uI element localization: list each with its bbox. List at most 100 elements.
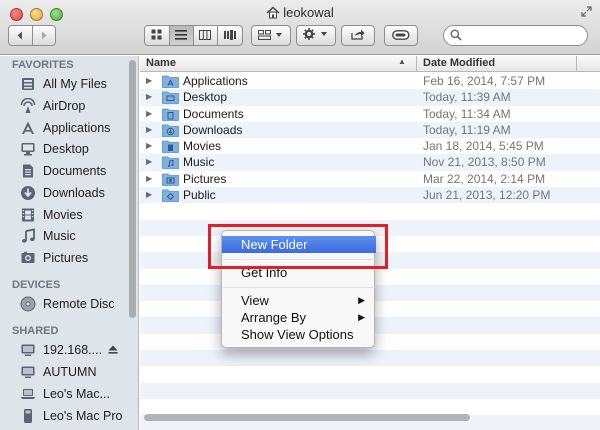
table-row[interactable]: ▶ Public Jun 21, 2013, 12:20 PM — [140, 187, 600, 204]
file-date: Nov 21, 2013, 8:50 PM — [423, 155, 546, 170]
sidebar-scrollbar[interactable] — [129, 60, 136, 318]
sidebar-item-label: Desktop — [43, 142, 89, 156]
menu-item-label: View — [241, 293, 269, 308]
list-view-icon — [175, 29, 188, 43]
sidebar-item-shared-192[interactable]: 192.168.... — [20, 340, 118, 360]
sidebar-item-label: Applications — [43, 121, 111, 135]
file-name: Music — [183, 155, 215, 170]
table-row[interactable]: ▶ Applications Feb 16, 2014, 7:57 PM — [140, 73, 600, 89]
highlight-annotation-box — [208, 224, 388, 269]
table-row[interactable]: ▶ Documents Today, 11:34 AM — [140, 106, 600, 122]
menu-separator — [223, 287, 375, 288]
disclosure-triangle-icon[interactable]: ▶ — [146, 157, 152, 166]
action-gear-icon — [303, 28, 329, 43]
sidebar-item-movies[interactable]: Movies — [20, 205, 83, 225]
table-row[interactable]: ▶ Downloads Today, 11:19 AM — [140, 121, 600, 139]
view-mode-control — [144, 25, 243, 46]
horizontal-scrollbar[interactable] — [144, 414, 470, 421]
sort-ascending-icon: ▲ — [398, 57, 406, 66]
laptop-icon — [20, 386, 36, 402]
sidebar: FAVORITES All My Files AirDrop Applicati… — [0, 56, 139, 430]
sidebar-item-label: Pictures — [43, 251, 89, 265]
menu-item-label: Show View Options — [241, 327, 354, 342]
documents-icon — [20, 163, 36, 179]
sidebar-item-airdrop[interactable]: AirDrop — [20, 96, 85, 116]
sidebar-item-shared-autumn[interactable]: AUTUMN — [20, 362, 96, 382]
table-row[interactable]: ▶ Music Nov 21, 2013, 8:50 PM — [140, 154, 600, 171]
tag-icon — [392, 29, 410, 43]
forward-button[interactable] — [33, 26, 56, 45]
file-name: Desktop — [183, 90, 228, 105]
back-forward-control — [8, 25, 56, 46]
empty-row — [140, 399, 600, 415]
icon-view-button[interactable] — [145, 26, 170, 45]
sidebar-item-shared-leos-mac[interactable]: Leo's Mac... — [20, 384, 110, 404]
home-icon — [266, 6, 280, 22]
share-button[interactable] — [341, 25, 375, 46]
sidebar-item-label: 192.168.... — [43, 343, 103, 357]
devices-heading: DEVICES — [12, 279, 61, 291]
sidebar-item-desktop[interactable]: Desktop — [20, 139, 89, 159]
sidebar-item-label: Leo's Mac... — [43, 387, 110, 401]
date-column-header[interactable]: Date Modified — [423, 57, 495, 69]
column-divider[interactable] — [416, 56, 417, 72]
action-button[interactable] — [296, 25, 336, 46]
empty-row — [140, 366, 600, 382]
sidebar-item-all-my-files[interactable]: All My Files — [20, 74, 107, 94]
menu-item-show-view-options[interactable]: Show View Options — [222, 326, 376, 343]
disclosure-triangle-icon[interactable]: ▶ — [146, 92, 152, 101]
file-name: Documents — [183, 106, 244, 121]
forward-icon — [40, 29, 48, 43]
fullscreen-icon[interactable] — [581, 6, 592, 20]
table-row[interactable]: ▶ Movies Jan 18, 2014, 5:45 PM — [140, 138, 600, 154]
table-row[interactable]: ▶ Pictures Mar 22, 2014, 2:14 PM — [140, 171, 600, 187]
sidebar-item-downloads[interactable]: Downloads — [20, 183, 105, 203]
name-column-header[interactable]: Name — [146, 57, 176, 69]
sidebar-item-label: Movies — [43, 208, 83, 222]
sidebar-item-label: Downloads — [43, 186, 105, 200]
tag-button[interactable] — [384, 25, 418, 46]
sidebar-item-label: Documents — [43, 164, 107, 178]
list-view-button[interactable] — [169, 26, 194, 45]
mac-pro-icon — [20, 408, 36, 424]
window-title-text: leokowal — [283, 5, 334, 20]
column-view-button[interactable] — [194, 26, 219, 45]
cover-flow-icon — [223, 29, 237, 43]
music-icon — [20, 228, 36, 244]
disclosure-triangle-icon[interactable]: ▶ — [146, 125, 152, 134]
back-button[interactable] — [9, 26, 33, 45]
menu-item-label: Arrange By — [241, 310, 307, 325]
eject-icon[interactable] — [108, 343, 118, 357]
submenu-arrow-icon: ▶ — [358, 295, 365, 305]
pictures-icon — [20, 250, 36, 266]
sidebar-item-shared-leos-mac-pro[interactable]: Leo's Mac Pro — [20, 406, 123, 426]
cover-flow-button[interactable] — [218, 26, 242, 45]
sidebar-item-label: All My Files — [43, 77, 107, 91]
file-date: Mar 22, 2014, 2:14 PM — [423, 171, 546, 186]
disclosure-triangle-icon[interactable]: ▶ — [146, 190, 152, 199]
arrange-icon — [258, 29, 284, 43]
shared-heading: SHARED — [12, 325, 59, 337]
favorites-heading: FAVORITES — [12, 59, 74, 71]
sidebar-item-remote-disc[interactable]: Remote Disc — [20, 294, 115, 314]
window-title: leokowal — [0, 5, 600, 22]
menu-item-arrange-by[interactable]: Arrange By ▶ — [222, 309, 376, 326]
disclosure-triangle-icon[interactable]: ▶ — [146, 109, 152, 118]
sidebar-item-pictures[interactable]: Pictures — [20, 248, 88, 268]
share-icon — [351, 29, 365, 43]
sidebar-item-music[interactable]: Music — [20, 226, 76, 246]
disclosure-triangle-icon[interactable]: ▶ — [146, 174, 152, 183]
search-input[interactable] — [443, 25, 588, 46]
menu-item-view[interactable]: View ▶ — [222, 292, 376, 309]
table-row[interactable]: ▶ Desktop Today, 11:39 AM — [140, 89, 600, 106]
all-files-icon — [20, 76, 36, 92]
disclosure-triangle-icon[interactable]: ▶ — [146, 141, 152, 150]
applications-icon — [20, 120, 36, 136]
sidebar-item-applications[interactable]: Applications — [20, 118, 110, 138]
column-divider[interactable] — [576, 56, 577, 72]
file-date: Today, 11:19 AM — [423, 122, 511, 137]
back-icon — [16, 29, 24, 43]
sidebar-item-documents[interactable]: Documents — [20, 161, 106, 181]
disclosure-triangle-icon[interactable]: ▶ — [146, 76, 152, 85]
arrange-button[interactable] — [251, 25, 291, 46]
